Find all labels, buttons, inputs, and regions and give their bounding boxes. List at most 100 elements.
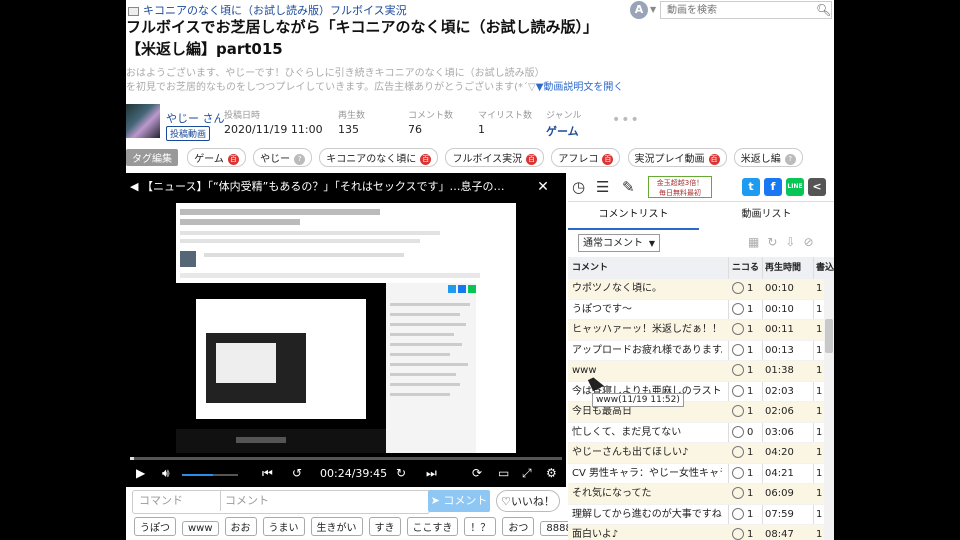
quick-comment-button[interactable]: おつ bbox=[502, 517, 535, 536]
comment-row[interactable]: アップロードお疲れ様であります。 1 00:13 1 bbox=[568, 341, 824, 361]
genre-link[interactable]: ゲーム bbox=[546, 123, 582, 139]
tag-item[interactable]: ゲーム百 bbox=[187, 148, 246, 167]
nico-count[interactable]: 1 bbox=[732, 300, 753, 320]
nicoru-face-icon[interactable] bbox=[732, 323, 744, 335]
nico-count[interactable]: 1 bbox=[732, 505, 753, 525]
edit-tags-button[interactable]: タグ編集 bbox=[126, 149, 178, 166]
nicoru-face-icon[interactable] bbox=[732, 384, 744, 397]
tag-label[interactable]: フルボイス実況 bbox=[452, 154, 522, 165]
nicoru-face-icon[interactable] bbox=[732, 507, 744, 520]
line-icon[interactable]: LINE bbox=[786, 178, 804, 196]
tag-label[interactable]: やじー bbox=[260, 154, 290, 165]
nico-count[interactable]: 1 bbox=[732, 361, 753, 381]
encyclopedia-missing-icon[interactable]: ? bbox=[294, 153, 306, 165]
ng-settings-icon[interactable]: ⊘ bbox=[803, 235, 821, 249]
quick-comment-button[interactable]: うぽつ bbox=[134, 517, 176, 536]
scrollbar[interactable] bbox=[824, 279, 834, 540]
skip-forward-icon[interactable]: ⏭︎ bbox=[426, 466, 437, 481]
tag-label[interactable]: アフレコ bbox=[558, 154, 598, 165]
encyclopedia-icon[interactable]: 百 bbox=[602, 153, 614, 165]
uploader-videos-button[interactable]: 投稿動画 bbox=[166, 126, 211, 141]
uploader-avatar[interactable] bbox=[126, 104, 160, 138]
like-button[interactable]: ♡いいね！ bbox=[496, 490, 560, 512]
encyclopedia-icon[interactable]: 百 bbox=[420, 153, 432, 165]
quick-comment-button[interactable]: すき bbox=[368, 517, 401, 536]
quick-comment-button[interactable]: ！？ bbox=[464, 517, 497, 536]
rewind-10-icon[interactable]: ↺ bbox=[292, 466, 302, 480]
calendar-icon[interactable]: ▦ bbox=[748, 235, 767, 249]
refresh-icon[interactable]: ↻ bbox=[767, 235, 785, 249]
encyclopedia-missing-icon[interactable]: ? bbox=[784, 153, 796, 165]
video-screen[interactable] bbox=[176, 203, 516, 453]
tag-label[interactable]: 実況プレイ動画 bbox=[635, 154, 705, 165]
tag-label[interactable]: キコニアのなく頃に bbox=[326, 154, 416, 165]
mylist-add-icon[interactable]: ☰ bbox=[596, 178, 609, 196]
col-nico[interactable]: ニコる bbox=[732, 257, 759, 279]
comment-row[interactable]: ヒャッハァーッ！米返しだぁ！！ 1 00:11 1 bbox=[568, 320, 824, 341]
col-write[interactable]: 書込 bbox=[816, 257, 834, 279]
clock-icon[interactable]: ◷ bbox=[572, 178, 585, 196]
tag-label[interactable]: 米返し編 bbox=[741, 154, 781, 165]
volume-icon[interactable]: 🔊︎ bbox=[162, 466, 170, 481]
tab-comment-list[interactable]: コメントリスト bbox=[568, 202, 699, 230]
play-icon[interactable]: ▶ bbox=[136, 466, 145, 480]
nico-count[interactable]: 1 bbox=[732, 279, 753, 299]
quick-comment-button[interactable]: うまい bbox=[262, 517, 305, 536]
comment-row[interactable]: 面白いよ♪ 1 08:47 1 bbox=[568, 525, 824, 540]
quick-comment-button[interactable]: ここすき bbox=[406, 517, 459, 536]
campaign-banner[interactable]: 金玉超越3倍！ 毎日無料最初 bbox=[648, 176, 712, 198]
more-menu-icon[interactable]: ••• bbox=[612, 112, 640, 128]
search-input[interactable] bbox=[660, 1, 832, 19]
settings-gear-icon[interactable]: ⚙︎ bbox=[546, 466, 557, 480]
comment-toggle-icon[interactable]: ▭ bbox=[498, 466, 509, 480]
seek-bar[interactable] bbox=[130, 457, 562, 460]
col-comment[interactable]: コメント bbox=[572, 257, 608, 279]
nico-count[interactable]: 1 bbox=[732, 484, 753, 504]
comment-row[interactable]: www 1 01:38 1 bbox=[568, 361, 824, 382]
encyclopedia-icon[interactable]: 百 bbox=[708, 153, 720, 165]
chevron-left-icon[interactable]: ◀ bbox=[130, 173, 138, 201]
comment-row[interactable]: やじーさんも出てほしい♪ 1 04:20 1 bbox=[568, 443, 824, 464]
nicoru-face-icon[interactable] bbox=[732, 282, 744, 294]
loop-icon[interactable]: ⟳ bbox=[472, 466, 482, 480]
tag-item[interactable]: キコニアのなく頃に百 bbox=[319, 148, 439, 167]
nicoru-face-icon[interactable] bbox=[732, 466, 744, 479]
nico-count[interactable]: 1 bbox=[732, 320, 753, 340]
nicoru-face-icon[interactable] bbox=[732, 302, 744, 315]
nicoru-face-icon[interactable] bbox=[732, 528, 744, 540]
news-text[interactable]: 【ニュース】「“体内受精”もあるの？」「それはセックスです」…息子の… bbox=[142, 173, 527, 201]
nicoru-face-icon[interactable] bbox=[732, 446, 744, 458]
scroll-thumb[interactable] bbox=[825, 319, 833, 353]
tag-item[interactable]: やじー? bbox=[253, 148, 313, 167]
fullscreen-icon[interactable]: ⤢ bbox=[522, 466, 532, 481]
nico-count[interactable]: 1 bbox=[732, 382, 753, 402]
nicoru-face-icon[interactable] bbox=[732, 487, 744, 499]
comment-row[interactable]: ウポツノなく頃に。 1 00:10 1 bbox=[568, 279, 824, 300]
nico-count[interactable]: 0 bbox=[732, 423, 753, 443]
nico-count[interactable]: 1 bbox=[732, 402, 753, 422]
send-comment-button[interactable]: ➤ コメント bbox=[428, 490, 490, 512]
tab-video-list[interactable]: 動画リスト bbox=[701, 202, 832, 228]
quick-comment-button[interactable]: www bbox=[182, 521, 219, 536]
account-avatar-icon[interactable]: A bbox=[630, 1, 648, 19]
expand-description-link[interactable]: ▼動画説明文を開く bbox=[536, 82, 624, 93]
nico-count[interactable]: 1 bbox=[732, 464, 753, 484]
tag-item[interactable]: 米返し編? bbox=[733, 148, 803, 167]
nicoru-face-icon[interactable] bbox=[732, 425, 744, 438]
command-field[interactable]: コマンド bbox=[133, 491, 221, 511]
download-icon[interactable]: ⇩ bbox=[785, 235, 803, 249]
share-icon[interactable]: < bbox=[808, 178, 826, 196]
tag-item[interactable]: アフレコ百 bbox=[551, 148, 621, 167]
volume-slider[interactable] bbox=[182, 474, 238, 476]
nico-count[interactable]: 1 bbox=[732, 525, 753, 540]
skip-back-icon[interactable]: ⏮︎ bbox=[262, 466, 273, 481]
comment-row[interactable]: それ気になってた 1 06:09 1 bbox=[568, 484, 824, 505]
search-icon[interactable]: 🔍︎ bbox=[816, 3, 831, 17]
chevron-down-icon[interactable]: ▼ bbox=[650, 5, 656, 14]
uploader-name[interactable]: やじー さん bbox=[166, 110, 225, 126]
nico-count[interactable]: 1 bbox=[732, 443, 753, 463]
quick-comment-button[interactable]: 生きがい bbox=[310, 517, 363, 536]
facebook-icon[interactable]: f bbox=[764, 178, 782, 196]
nicoru-face-icon[interactable] bbox=[732, 364, 744, 376]
forward-10-icon[interactable]: ↻ bbox=[396, 466, 406, 480]
